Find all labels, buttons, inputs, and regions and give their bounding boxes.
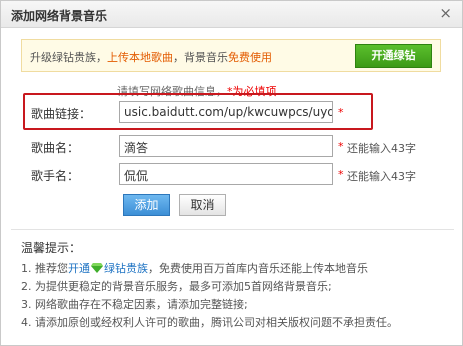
cancel-button[interactable]: 取消 — [179, 194, 226, 216]
highlight-box — [23, 93, 373, 130]
tip-item-2: 2. 为提供更稳定的背景音乐服务，最多可添加5首网络背景音乐; — [21, 280, 332, 293]
singer-name-required-mark: * — [338, 168, 344, 181]
promo-upload-text: 上传本地歌曲 — [107, 51, 173, 64]
promo-free-text: 免费使用 — [228, 51, 272, 64]
promo-text: 升级绿钻贵族，上传本地歌曲，背景音乐免费使用 — [30, 49, 272, 65]
song-name-remaining: 还能输入43字 — [347, 142, 416, 155]
divider — [11, 229, 454, 230]
tip-item-4: 4. 请添加原创或经权利人许可的歌曲，腾讯公司对相关版权问题不承担责任。 — [21, 316, 398, 329]
dialog-titlebar: 添加网络背景音乐 × — [1, 1, 462, 28]
tip-1-vip-link[interactable]: 绿钻贵族 — [104, 262, 148, 275]
tip-item-1: 1. 推荐您开通 绿钻贵族，免费使用百万首库内音乐还能上传本地音乐 — [21, 260, 368, 276]
song-name-input[interactable]: 滴答 — [119, 135, 333, 157]
singer-name-input[interactable]: 侃侃 — [119, 163, 333, 185]
song-name-label: 歌曲名： — [31, 141, 80, 155]
promo-text-middle: ，背景音乐 — [173, 51, 228, 64]
singer-name-remaining: 还能输入43字 — [347, 170, 416, 183]
dialog-title: 添加网络背景音乐 — [11, 9, 108, 23]
tips-title: 温馨提示： — [21, 241, 82, 255]
tip-1-prefix: 1. 推荐您 — [21, 262, 68, 275]
promo-banner: 升级绿钻贵族，上传本地歌曲，背景音乐免费使用 开通绿钻 — [21, 39, 441, 72]
song-name-required-mark: * — [338, 140, 344, 153]
tip-1-suffix: ，免费使用百万首库内音乐还能上传本地音乐 — [148, 262, 368, 275]
tip-1-open-link[interactable]: 开通 — [68, 262, 90, 275]
add-button[interactable]: 添加 — [123, 194, 170, 216]
close-icon[interactable]: × — [439, 5, 452, 21]
open-green-diamond-button[interactable]: 开通绿钻 — [355, 44, 432, 68]
green-diamond-icon — [91, 263, 103, 273]
add-music-dialog: 添加网络背景音乐 × 升级绿钻贵族，上传本地歌曲，背景音乐免费使用 开通绿钻 请… — [0, 0, 463, 346]
singer-name-label: 歌手名： — [31, 169, 80, 183]
tip-item-3: 3. 网络歌曲存在不稳定因素，请添加完整链接; — [21, 298, 248, 311]
promo-text-before: 升级绿钻贵族， — [30, 51, 107, 64]
